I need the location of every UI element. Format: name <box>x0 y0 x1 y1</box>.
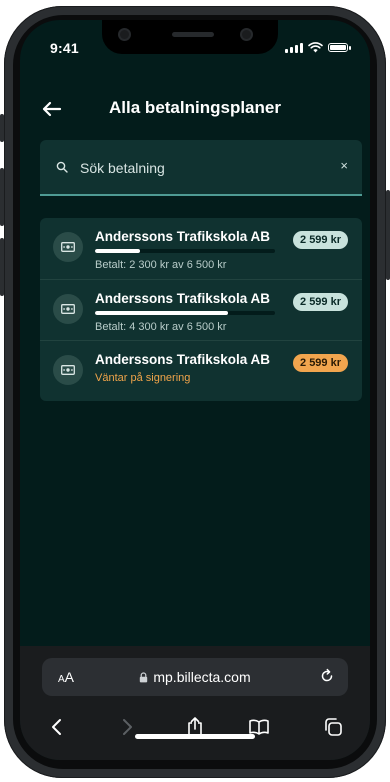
screen: 9:41 Alla betalningsplaner × Ander <box>20 20 370 760</box>
page-title: Alla betalningsplaner <box>109 98 281 117</box>
camera-lens-icon <box>120 30 129 39</box>
payment-progress-bar <box>95 249 275 253</box>
payment-plan-item[interactable]: Anderssons Trafikskola AB 2 599 kr Betal… <box>40 279 362 341</box>
dynamic-island <box>102 20 278 54</box>
mute-switch <box>0 114 4 142</box>
lock-icon <box>140 672 148 683</box>
address-bar[interactable]: AA mp.billecta.com <box>42 658 348 696</box>
url-display[interactable]: mp.billecta.com <box>42 669 348 685</box>
home-indicator <box>135 734 255 739</box>
payment-status: Betalt: 2 300 kr av 6 500 kr <box>95 259 227 271</box>
payment-progress-bar <box>95 311 275 315</box>
creditor-name: Anderssons Trafikskola AB <box>95 291 271 306</box>
payment-status: Betalt: 4 300 kr av 6 500 kr <box>95 321 227 333</box>
chevron-left-icon <box>52 719 61 735</box>
progress-fill <box>95 249 140 253</box>
banknote-icon <box>53 355 83 385</box>
status-icons <box>285 42 351 53</box>
payment-plan-item[interactable]: Anderssons Trafikskola AB 2 599 kr Vänta… <box>40 340 362 402</box>
amount-badge: 2 599 kr <box>293 231 348 249</box>
browser-chrome: AA mp.billecta.com <box>20 646 370 760</box>
battery-icon <box>328 43 351 52</box>
clear-search-button[interactable]: × <box>340 159 348 173</box>
tabs-button[interactable] <box>320 714 346 740</box>
payment-plan-list: Anderssons Trafikskola AB 2 599 kr Betal… <box>40 218 362 401</box>
progress-fill <box>95 311 229 315</box>
app-header: Alla betalningsplaner <box>20 92 370 126</box>
payment-plan-item[interactable]: Anderssons Trafikskola AB 2 599 kr Betal… <box>40 218 362 279</box>
payment-status: Väntar på signering <box>95 372 191 384</box>
status-time: 9:41 <box>50 40 79 56</box>
amount-badge: 2 599 kr <box>293 293 348 311</box>
volume-down-button <box>0 238 4 296</box>
banknote-icon <box>53 294 83 324</box>
back-button[interactable] <box>44 714 70 740</box>
signal-icon <box>285 42 303 53</box>
speaker-slot <box>172 32 214 37</box>
creditor-name: Anderssons Trafikskola AB <box>95 229 271 244</box>
amount-badge: 2 599 kr <box>293 354 348 372</box>
search-input[interactable] <box>78 156 322 180</box>
reload-icon[interactable] <box>318 667 336 685</box>
wifi-icon <box>308 42 323 53</box>
power-button <box>386 190 390 280</box>
url-text: mp.billecta.com <box>153 669 251 685</box>
search-icon <box>56 161 68 173</box>
volume-up-button <box>0 168 4 226</box>
creditor-name: Anderssons Trafikskola AB <box>95 352 271 367</box>
banknote-icon <box>53 232 83 262</box>
sensor-icon <box>242 30 251 39</box>
search-bar[interactable]: × <box>40 140 362 196</box>
tabs-icon <box>325 718 342 736</box>
chevron-right-icon <box>123 719 132 735</box>
